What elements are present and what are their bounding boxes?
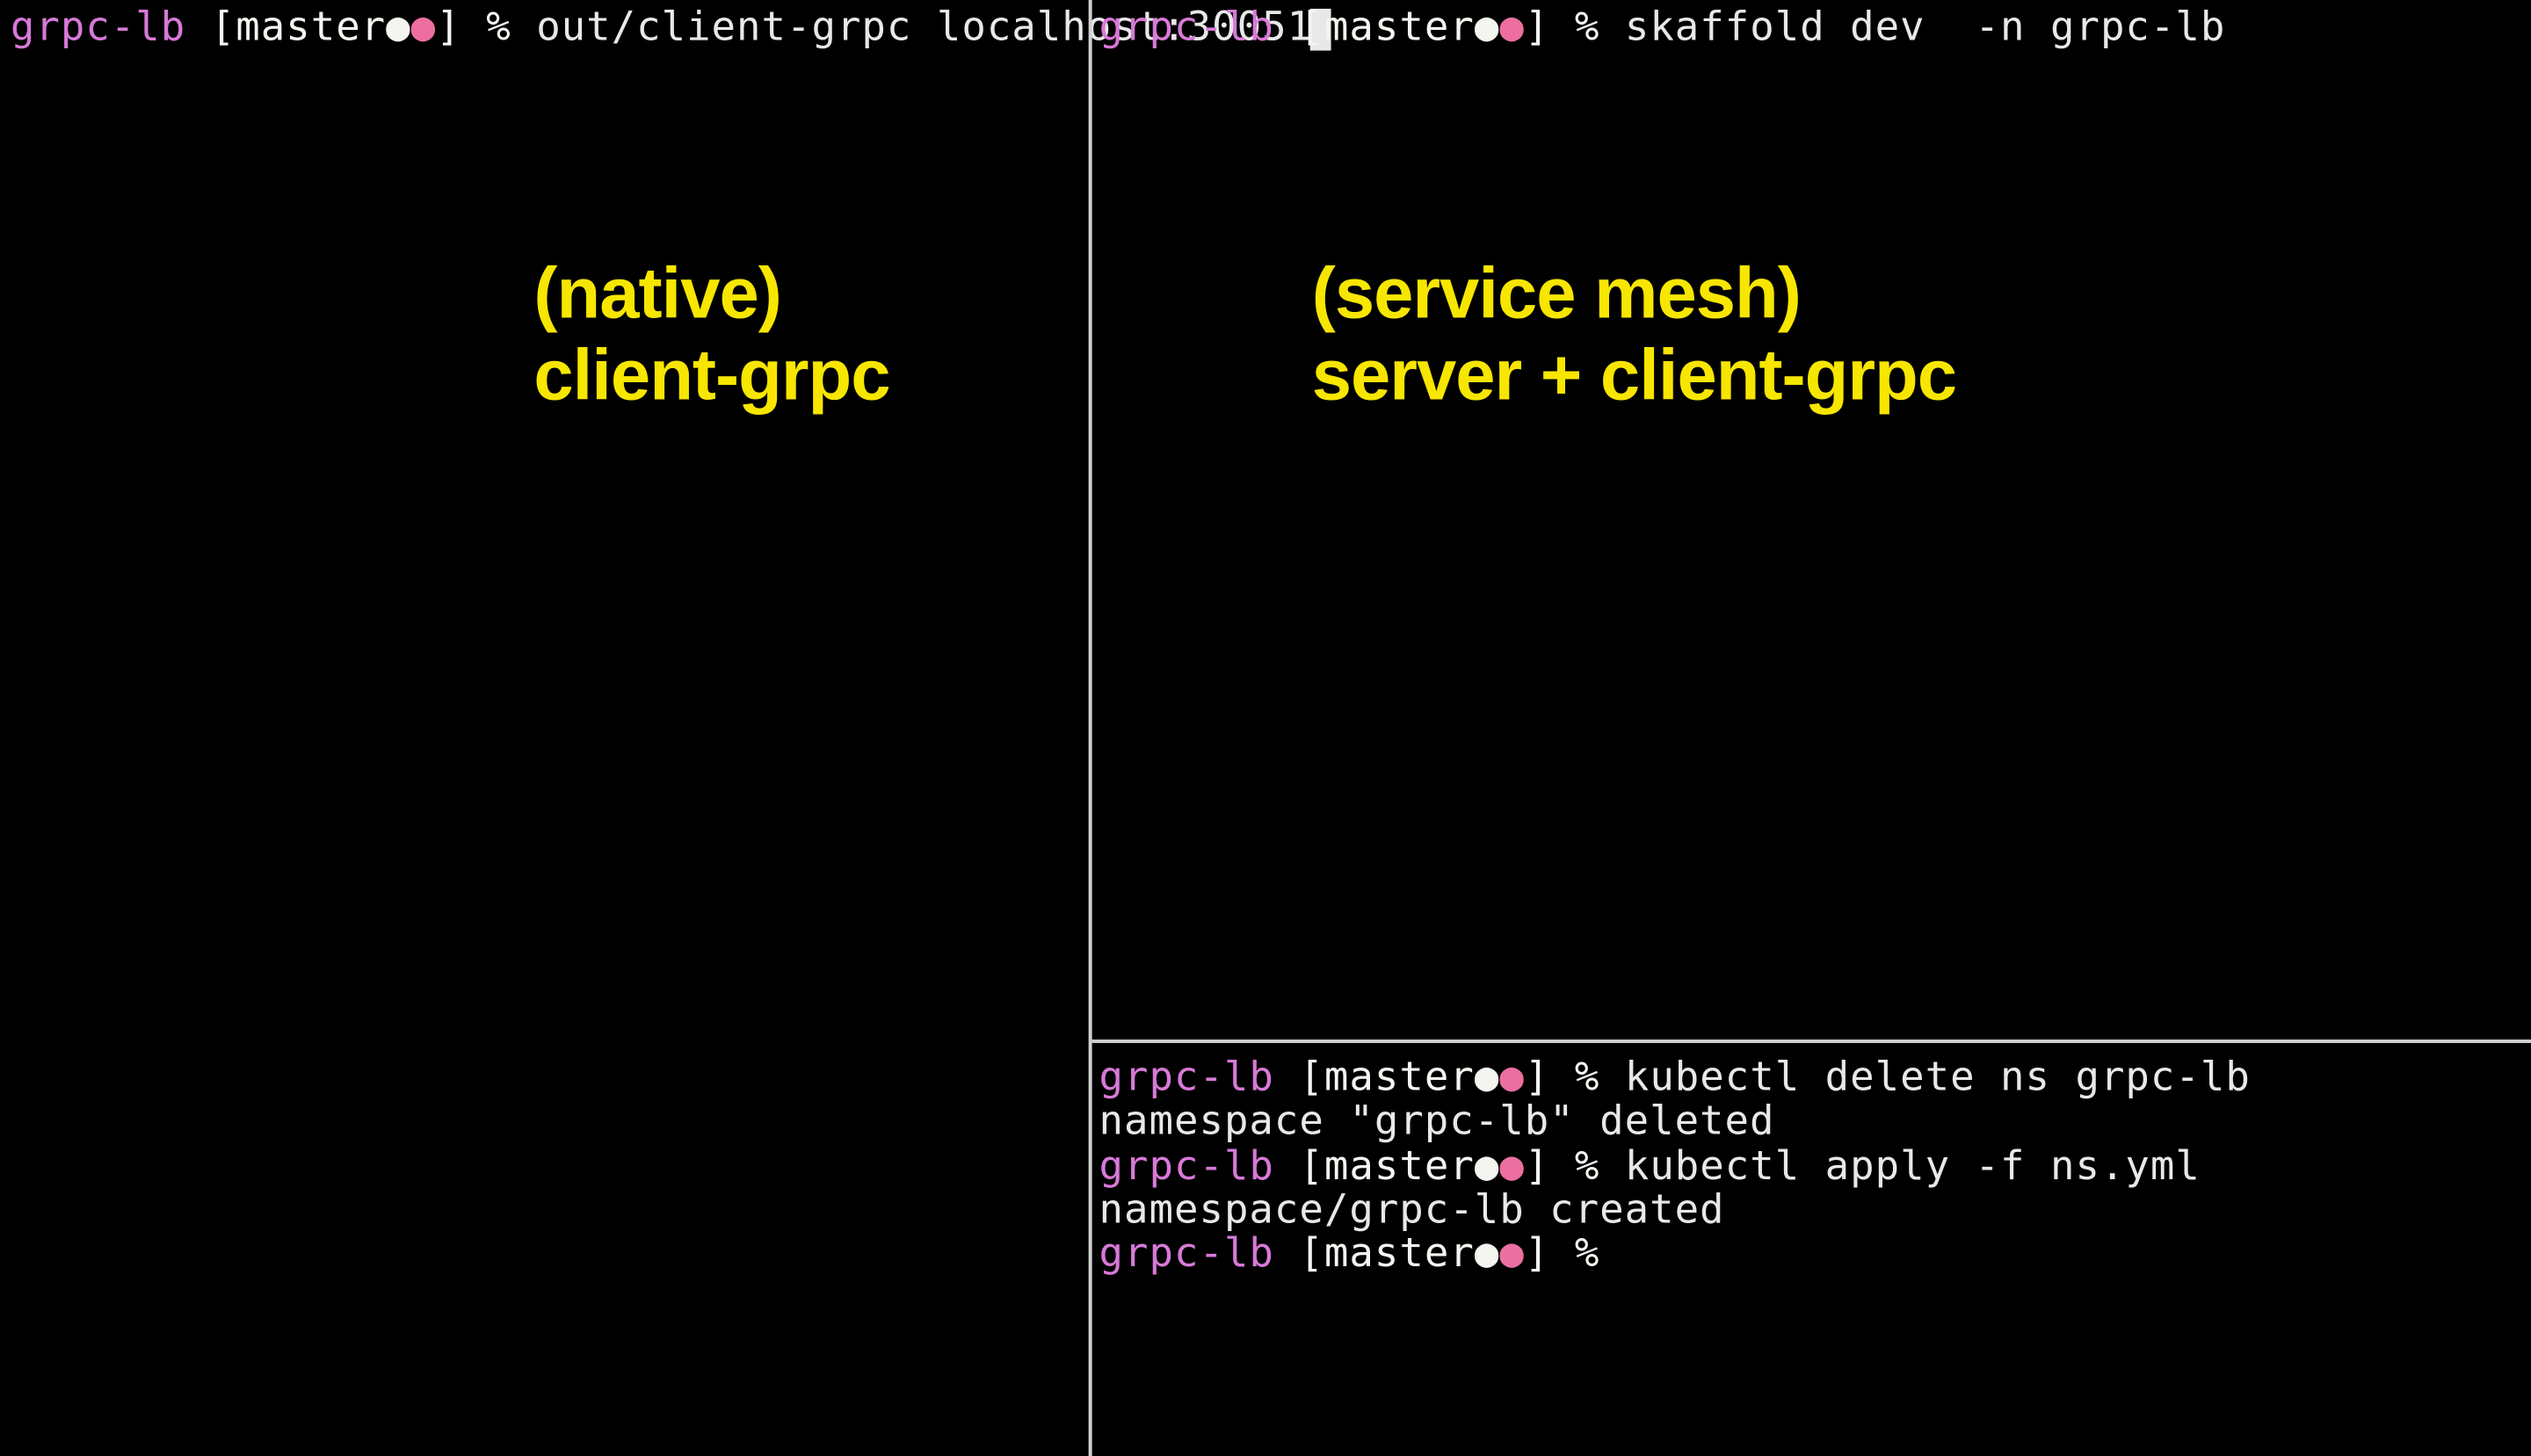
- command-text: skaffold dev -n grpc-lb: [1625, 5, 2226, 51]
- git-status-bullet-2: ●: [411, 5, 437, 51]
- output-line: namespace "grpc-lb" deleted: [1099, 1101, 2531, 1145]
- pane-divider-vertical: [1089, 0, 1092, 1456]
- annotation-right-line2: server + client-grpc: [1312, 335, 1956, 417]
- prompt-symbol: %: [486, 5, 511, 51]
- tmux-viewport: grpc-lb [master●●] % out/client-grpc loc…: [0, 0, 2531, 1456]
- pane-divider-horizontal: [1092, 1039, 2531, 1043]
- prompt-branch: master: [1324, 5, 1475, 51]
- git-status-bullet-1: ●: [386, 5, 411, 51]
- prompt-branch-open: [: [211, 5, 236, 51]
- terminal-pane-right-top[interactable]: grpc-lb [master●●] % skaffold dev -n grp…: [1089, 0, 2531, 1039]
- prompt-line[interactable]: grpc-lb [master●●] % kubectl apply -f ns…: [1099, 1145, 2531, 1189]
- git-status-bullet-2: ●: [1499, 5, 1525, 51]
- terminal-pane-left[interactable]: grpc-lb [master●●] % out/client-grpc loc…: [0, 0, 1089, 1456]
- annotation-left-line2: client-grpc: [533, 335, 889, 417]
- prompt-symbol: %: [1575, 5, 1600, 51]
- terminal-pane-right-column: grpc-lb [master●●] % skaffold dev -n grp…: [1089, 0, 2531, 1456]
- prompt-line[interactable]: grpc-lb [master●●] % skaffold dev -n grp…: [1099, 7, 2531, 51]
- prompt-line[interactable]: grpc-lb [master●●] % kubectl delete ns g…: [1099, 1057, 2531, 1101]
- annotation-right: (service mesh) server + client-grpc: [1312, 253, 1956, 417]
- prompt-line[interactable]: grpc-lb [master●●] %: [1099, 1234, 2531, 1278]
- terminal-pane-right-bottom[interactable]: grpc-lb [master●●] % kubectl delete ns g…: [1089, 1039, 2531, 1456]
- git-status-bullet-1: ●: [1475, 5, 1500, 51]
- prompt-branch-open: [: [1299, 5, 1324, 51]
- prompt-branch-close: ]: [1525, 5, 1550, 51]
- prompt-branch: master: [236, 5, 386, 51]
- annotation-right-line1: (service mesh): [1312, 253, 1956, 336]
- prompt-branch-close: ]: [436, 5, 461, 51]
- annotation-left: (native) client-grpc: [533, 253, 889, 417]
- output-line: namespace/grpc-lb created: [1099, 1190, 2531, 1234]
- prompt-dir: grpc-lb: [11, 5, 185, 51]
- prompt-dir: grpc-lb: [1099, 5, 1274, 51]
- prompt-line[interactable]: grpc-lb [master●●] % out/client-grpc loc…: [11, 7, 1089, 51]
- annotation-left-line1: (native): [533, 253, 889, 336]
